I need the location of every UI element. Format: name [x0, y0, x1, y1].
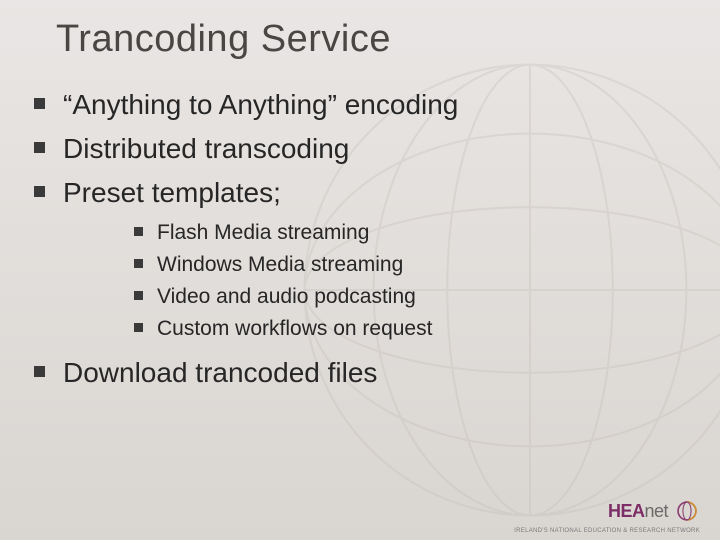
- slide-body: “Anything to Anything” encoding Distribu…: [34, 86, 690, 398]
- bullet-item: “Anything to Anything” encoding: [34, 86, 690, 124]
- logo-text: HEAnet: [608, 501, 668, 522]
- square-bullet-icon: [134, 227, 143, 236]
- sub-bullet-list: Flash Media streaming Windows Media stre…: [134, 218, 690, 344]
- square-bullet-icon: [134, 291, 143, 300]
- sub-bullet-text: Custom workflows on request: [157, 314, 432, 344]
- bullet-item: Download trancoded files: [34, 354, 690, 392]
- bullet-item: Distributed transcoding: [34, 130, 690, 168]
- square-bullet-icon: [34, 142, 45, 153]
- square-bullet-icon: [134, 259, 143, 268]
- square-bullet-icon: [34, 98, 45, 109]
- sub-bullet-item: Windows Media streaming: [134, 250, 690, 280]
- bullet-text: Distributed transcoding: [63, 130, 349, 168]
- square-bullet-icon: [134, 323, 143, 332]
- square-bullet-icon: [34, 186, 45, 197]
- sub-bullet-item: Video and audio podcasting: [134, 282, 690, 312]
- sub-bullet-text: Windows Media streaming: [157, 250, 403, 280]
- sub-bullet-text: Flash Media streaming: [157, 218, 369, 248]
- logo-brand: HEA: [608, 501, 645, 521]
- bullet-item: Preset templates;: [34, 174, 690, 212]
- bullet-text: Download trancoded files: [63, 354, 377, 392]
- bullet-text: Preset templates;: [63, 174, 281, 212]
- sub-bullet-item: Custom workflows on request: [134, 314, 690, 344]
- logo-suffix: net: [644, 501, 668, 521]
- heanet-logo: HEAnet: [608, 498, 700, 524]
- bullet-text: “Anything to Anything” encoding: [63, 86, 458, 124]
- logo-tagline: IRELAND'S NATIONAL EDUCATION & RESEARCH …: [514, 528, 700, 534]
- square-bullet-icon: [34, 366, 45, 377]
- globe-swirl-icon: [674, 498, 700, 524]
- slide-title: Trancoding Service: [56, 18, 391, 61]
- sub-bullet-text: Video and audio podcasting: [157, 282, 416, 312]
- sub-bullet-item: Flash Media streaming: [134, 218, 690, 248]
